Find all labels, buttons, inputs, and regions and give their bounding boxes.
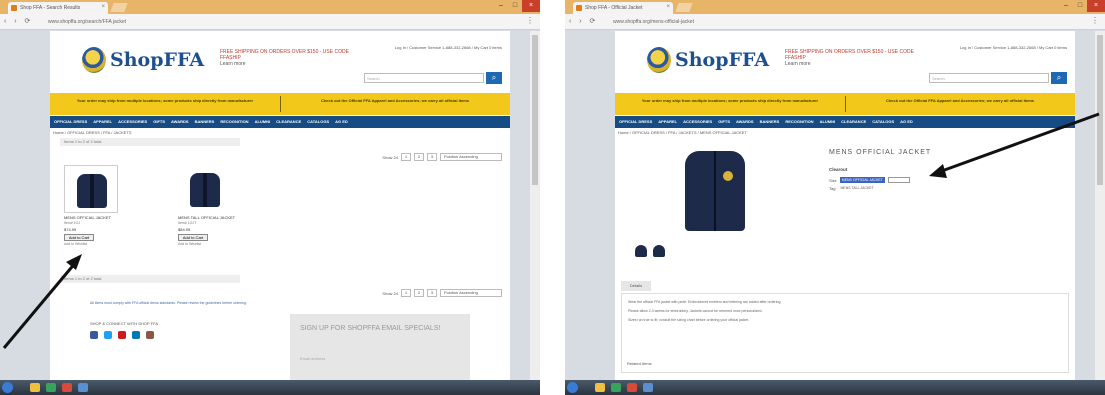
arrow-head — [929, 164, 947, 178]
arrow-shaft — [2, 261, 78, 349]
arrow-head — [66, 254, 82, 270]
arrow-shaft — [938, 112, 1100, 174]
annotation-arrow — [929, 112, 1100, 178]
product-page-screenshot: Shop FFA - Official Jacket × – □ × ‹ › ⟳… — [565, 0, 1105, 395]
annotation-arrow — [2, 254, 82, 349]
search-results-screenshot: Shop FFA - Search Results × – □ × ‹ › ⟳ … — [0, 0, 540, 395]
